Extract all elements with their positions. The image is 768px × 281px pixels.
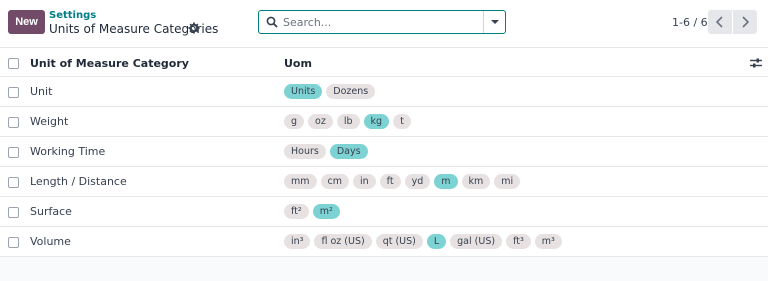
table-filler	[0, 257, 768, 281]
uom-tags: mm cm in ft yd m km mi	[284, 174, 521, 189]
optional-columns-icon[interactable]	[750, 57, 762, 69]
category-name: Surface	[30, 205, 72, 218]
uom-tags: g oz lb kg t	[284, 114, 411, 129]
category-name: Working Time	[30, 145, 106, 158]
uom-tag-reference: L	[426, 234, 447, 249]
uom-tag: in	[353, 174, 376, 189]
pager-value[interactable]: 1-6 / 6	[672, 16, 708, 29]
uom-tags: Hours Days	[284, 144, 368, 159]
row-checkbox[interactable]	[8, 87, 19, 98]
chevron-right-icon	[742, 16, 750, 28]
pager-previous-button[interactable]	[708, 10, 732, 34]
uom-tags: in³ fl oz (US) qt (US) Lgal (US) ft³ m³	[284, 234, 562, 249]
chevron-left-icon	[715, 16, 723, 28]
uom-tags: Units Dozens	[284, 84, 376, 99]
breadcrumb-settings[interactable]: Settings	[49, 10, 96, 21]
uom-tag: t	[393, 114, 411, 129]
table-row[interactable]: Working Time Hours Days	[0, 137, 768, 167]
category-name: Length / Distance	[30, 175, 127, 188]
uom-tag: yd	[404, 174, 431, 189]
table-row[interactable]: Surface ft² m²	[0, 197, 768, 227]
gear-icon[interactable]	[188, 22, 200, 34]
pager-next-button[interactable]	[733, 10, 757, 34]
search-input[interactable]	[283, 14, 479, 30]
category-name: Weight	[30, 115, 69, 128]
uom-tag: oz	[308, 114, 333, 129]
uom-tag-reference: Units	[284, 84, 323, 99]
row-checkbox[interactable]	[8, 237, 19, 248]
uom-tag: lb	[336, 114, 360, 129]
category-name: Volume	[30, 235, 71, 248]
uom-tag: cm	[320, 174, 349, 189]
uom-tag: Dozens	[326, 84, 376, 99]
uom-category-table: Unit of Measure Category Uom Unit Units Do…	[0, 47, 768, 281]
new-button[interactable]: New	[8, 10, 45, 34]
column-header-uom[interactable]: Uom	[284, 57, 312, 70]
uom-tag: qt (US)	[375, 234, 423, 249]
uom-tag: km	[461, 174, 491, 189]
row-checkbox[interactable]	[8, 147, 19, 158]
uom-tag-reference: m²	[312, 204, 340, 219]
row-checkbox[interactable]	[8, 207, 19, 218]
uom-tag-reference: kg	[363, 114, 390, 129]
uom-tag: mi	[494, 174, 521, 189]
uom-tag: g	[284, 114, 305, 129]
search-options-toggle[interactable]	[483, 11, 506, 33]
uom-tag: fl oz (US)	[314, 234, 372, 249]
row-checkbox[interactable]	[8, 177, 19, 188]
select-all-checkbox[interactable]	[8, 58, 19, 69]
uom-tag: m³	[534, 234, 562, 249]
search-box	[258, 10, 506, 34]
uom-tag: ft²	[284, 204, 309, 219]
table-row[interactable]: Unit Units Dozens	[0, 77, 768, 107]
uom-tag: ft	[379, 174, 401, 189]
table-row[interactable]: Volume in³ fl oz (US) qt (US) Lgal (US) ft³ m³	[0, 227, 768, 257]
uom-tag-reference: Days	[329, 144, 368, 159]
search-icon	[266, 16, 278, 28]
table-header: Unit of Measure Category Uom	[0, 47, 768, 77]
uom-tag: ft³	[506, 234, 531, 249]
table-row[interactable]: Length / Distance mm cm in ft yd m km mi	[0, 167, 768, 197]
uom-tag: gal (US)	[450, 234, 503, 249]
category-name: Unit	[30, 85, 53, 98]
uom-tag: mm	[284, 174, 317, 189]
row-checkbox[interactable]	[8, 117, 19, 128]
control-panel: New Settings Units of Measure Categories…	[0, 0, 768, 47]
uom-tag: in³	[284, 234, 311, 249]
uom-tags: ft² m²	[284, 204, 340, 219]
uom-tag: Hours	[284, 144, 326, 159]
column-header-category[interactable]: Unit of Measure Category	[30, 57, 189, 70]
uom-tag-reference: m	[434, 174, 458, 189]
table-row[interactable]: Weight g oz lb kg t	[0, 107, 768, 137]
